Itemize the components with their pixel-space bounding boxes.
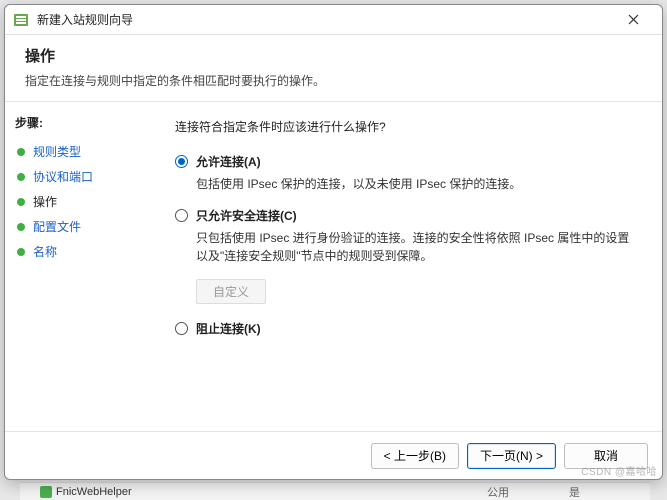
wizard-header: 操作 指定在连接与规则中指定的条件相匹配时要执行的操作。 (5, 35, 662, 102)
wizard-body: 步骤: 规则类型 协议和端口 操作 配置文件 名称 连 (5, 102, 662, 431)
option-allow-label: 允许连接(A) (196, 153, 261, 170)
wizard-footer: < 上一步(B) 下一页(N) > 取消 (5, 431, 662, 479)
option-allow-desc: 包括使用 IPsec 保护的连接，以及未使用 IPsec 保护的连接。 (196, 176, 638, 193)
bg-col-public: 公用 (487, 484, 509, 500)
background-app: FnicWebHelper (40, 486, 132, 498)
radio-allow-secure[interactable] (175, 209, 188, 222)
step-name[interactable]: 名称 (15, 239, 155, 264)
radio-block[interactable] (175, 322, 188, 335)
firewall-wizard-icon (13, 12, 29, 28)
question-text: 连接符合指定条件时应该进行什么操作? (175, 118, 638, 135)
watermark: CSDN @嘉哈哈 (581, 463, 657, 478)
option-allow[interactable]: 允许连接(A) (175, 153, 638, 170)
next-button[interactable]: 下一页(N) > (467, 443, 556, 469)
option-block[interactable]: 阻止连接(K) (175, 320, 638, 337)
background-app-name: FnicWebHelper (56, 486, 132, 498)
step-label: 名称 (33, 243, 57, 260)
customize-button: 自定义 (196, 279, 266, 304)
page-subtitle: 指定在连接与规则中指定的条件相匹配时要执行的操作。 (25, 72, 642, 89)
bullet-icon (17, 248, 25, 256)
main-panel: 连接符合指定条件时应该进行什么操作? 允许连接(A) 包括使用 IPsec 保护… (165, 102, 662, 431)
bg-col-yes: 是 (569, 484, 580, 500)
step-label: 操作 (33, 193, 57, 210)
option-allow-secure-label: 只允许安全连接(C) (196, 207, 297, 224)
bullet-icon (17, 173, 25, 181)
step-profile[interactable]: 配置文件 (15, 214, 155, 239)
titlebar: 新建入站规则向导 (5, 5, 662, 35)
window-title: 新建入站规则向导 (37, 11, 612, 28)
page-title: 操作 (25, 45, 642, 66)
step-protocol-ports[interactable]: 协议和端口 (15, 164, 155, 189)
radio-allow[interactable] (175, 155, 188, 168)
close-icon (628, 14, 639, 25)
app-icon (40, 486, 52, 498)
close-button[interactable] (612, 6, 654, 34)
steps-heading: 步骤: (15, 114, 155, 131)
wizard-window: 新建入站规则向导 操作 指定在连接与规则中指定的条件相匹配时要执行的操作。 步骤… (4, 4, 663, 480)
option-allow-secure-desc: 只包括使用 IPsec 进行身份验证的连接。连接的安全性将依照 IPsec 属性… (196, 230, 638, 265)
step-label: 规则类型 (33, 143, 81, 160)
option-block-label: 阻止连接(K) (196, 320, 261, 337)
step-label: 协议和端口 (33, 168, 93, 185)
back-button[interactable]: < 上一步(B) (371, 443, 459, 469)
step-rule-type[interactable]: 规则类型 (15, 139, 155, 164)
steps-sidebar: 步骤: 规则类型 协议和端口 操作 配置文件 名称 (5, 102, 165, 431)
step-action[interactable]: 操作 (15, 189, 155, 214)
step-label: 配置文件 (33, 218, 81, 235)
bullet-icon (17, 223, 25, 231)
option-allow-secure[interactable]: 只允许安全连接(C) (175, 207, 638, 224)
bullet-icon (17, 148, 25, 156)
bullet-icon (17, 198, 25, 206)
